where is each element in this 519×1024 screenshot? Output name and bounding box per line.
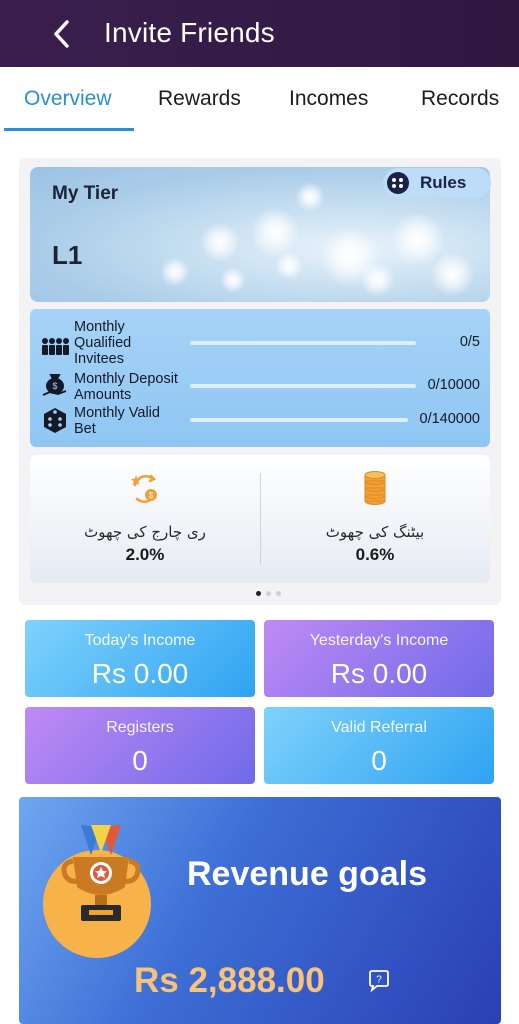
progress-value: 0/10000 (427, 377, 480, 393)
back-button[interactable] (44, 14, 80, 54)
sparkle (200, 222, 240, 262)
registers-card[interactable]: Registers 0 (25, 707, 255, 784)
progress-label: Monthly Qualified Invitees (74, 319, 132, 367)
revenue-goals-amount: Rs 2,888.00 (134, 961, 325, 1000)
dice-icon (44, 408, 66, 433)
money-bag-icon: $ (42, 374, 67, 396)
rebate-item-recharge: $ ری چارج کی چھوٹ 2.0% (30, 455, 260, 583)
sparkle (250, 207, 300, 257)
tab-rewards[interactable]: Rewards (158, 87, 241, 111)
stat-value: Rs 0.00 (330, 658, 428, 689)
today-income-card[interactable]: Today's Income Rs 0.00 (25, 620, 255, 697)
stat-value: 0 (371, 745, 387, 776)
stat-label: Yesterday's Income (309, 632, 449, 649)
rules-icon (387, 172, 409, 194)
active-tab-indicator (4, 128, 134, 131)
yesterday-income-card[interactable]: Yesterday's Income Rs 0.00 (264, 620, 494, 697)
tab-incomes[interactable]: Incomes (289, 87, 368, 111)
help-icon[interactable]: ? (367, 970, 391, 992)
sparkle (220, 267, 246, 293)
progress-bar (190, 418, 408, 422)
sparkle (160, 257, 190, 287)
tab-records[interactable]: Records (421, 87, 499, 111)
revenue-goals-title: Revenue goals (187, 855, 427, 893)
rebate-card: $ ری چارج کی چھوٹ 2.0% بیٹنگ کی چھوٹ 0.6… (30, 455, 490, 583)
app-header: Invite Friends (0, 0, 519, 67)
carousel-dot[interactable] (266, 591, 271, 596)
sparkle (430, 252, 475, 297)
progress-bar (190, 341, 416, 345)
page-title: Invite Friends (104, 17, 275, 48)
tab-bar: Overview Rewards Incomes Records (0, 67, 519, 133)
tier-level: L1 (52, 240, 83, 270)
revenue-goals-card[interactable]: Revenue goals Rs 2,888.00 ? (19, 797, 501, 1024)
trophy-icon (61, 825, 141, 921)
sparkle (295, 182, 325, 212)
coin-stack-icon (364, 471, 386, 505)
sparkle (275, 252, 303, 280)
stat-label: Registers (106, 719, 174, 736)
rebate-name: ری چارج کی چھوٹ (84, 523, 206, 541)
stat-value: Rs 0.00 (91, 658, 189, 689)
svg-text:$: $ (149, 491, 154, 500)
tier-progress-card: Monthly Qualified Invitees 0/5 $ Monthly… (30, 309, 490, 447)
recharge-rebate-icon: $ (131, 474, 157, 503)
rules-label: Rules (420, 173, 467, 192)
progress-label: Monthly Valid Bet (74, 405, 160, 437)
stat-label: Valid Referral (331, 719, 427, 736)
rebate-name: بیٹنگ کی چھوٹ (325, 523, 425, 541)
tier-heading: My Tier (52, 183, 119, 204)
tab-overview[interactable]: Overview (24, 87, 112, 111)
valid-referral-card[interactable]: Valid Referral 0 (264, 707, 494, 784)
progress-value: 0/140000 (419, 411, 480, 427)
rebate-value: 0.6% (355, 545, 395, 564)
sparkle (360, 262, 395, 297)
stat-value: 0 (132, 745, 148, 776)
chevron-left-icon (54, 20, 69, 48)
rules-button[interactable]: Rules (383, 168, 491, 198)
svg-text:?: ? (376, 975, 382, 986)
carousel-dot[interactable] (276, 591, 281, 596)
stat-label: Today's Income (84, 632, 196, 649)
carousel-dot[interactable] (256, 591, 261, 596)
svg-text:$: $ (52, 381, 57, 391)
rebate-item-betting: بیٹنگ کی چھوٹ 0.6% (260, 455, 490, 583)
carousel-dots (256, 591, 281, 597)
rebate-value: 2.0% (125, 545, 165, 564)
progress-bar (190, 384, 416, 388)
progress-value: 0/5 (459, 334, 480, 350)
people-icon (42, 338, 69, 355)
